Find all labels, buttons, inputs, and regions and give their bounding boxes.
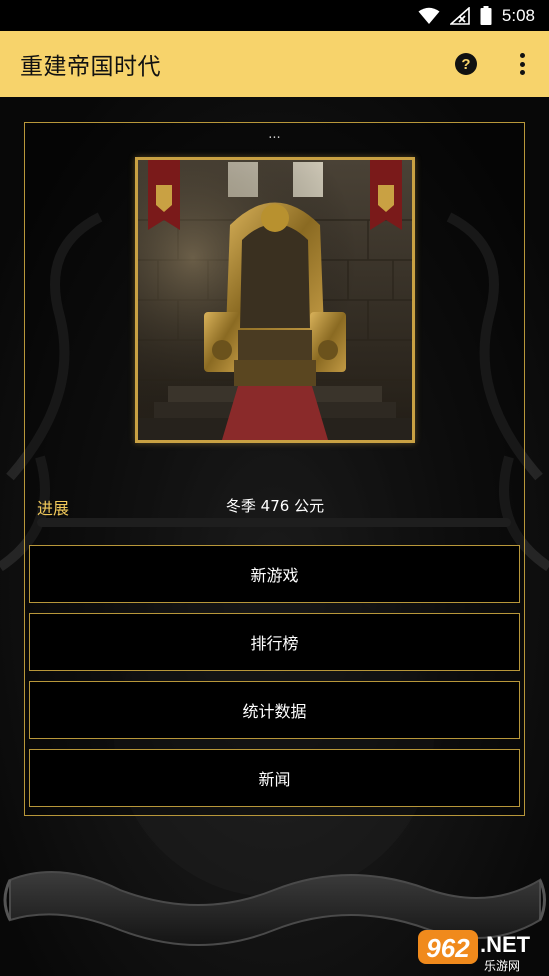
svg-text:962: 962 [426,933,470,963]
svg-text:乐游网: 乐游网 [484,959,520,972]
main-panel: ... 冬季 476 公元 进展 新游戏 排行榜 统计数据 新闻 [24,122,525,816]
progress-bar [37,518,511,527]
status-bar: 5:08 [0,0,549,31]
battery-icon [480,6,492,25]
news-button[interactable]: 新闻 [29,749,520,807]
svg-text:.NET: .NET [480,932,531,957]
progress-row: 冬季 476 公元 进展 [37,495,513,518]
progress-label: 进展 [37,499,70,518]
new-game-button[interactable]: 新游戏 [29,545,520,603]
status-time: 5:08 [501,5,535,25]
no-signal-icon [449,6,470,25]
app-bar: 重建帝国时代 ? [0,31,549,97]
leaderboard-button[interactable]: 排行榜 [29,613,520,671]
app-title: 重建帝国时代 [20,54,161,80]
progress-value: 冬季 476 公元 [225,497,325,515]
panel-ellipsis: ... [268,127,281,142]
site-watermark-logo: 962 .NET 乐游网 [418,924,544,973]
wifi-icon [418,7,440,25]
more-vert-icon[interactable] [510,51,534,77]
help-icon[interactable]: ? [455,53,477,75]
throne-room-image [135,157,415,443]
statistics-button[interactable]: 统计数据 [29,681,520,739]
